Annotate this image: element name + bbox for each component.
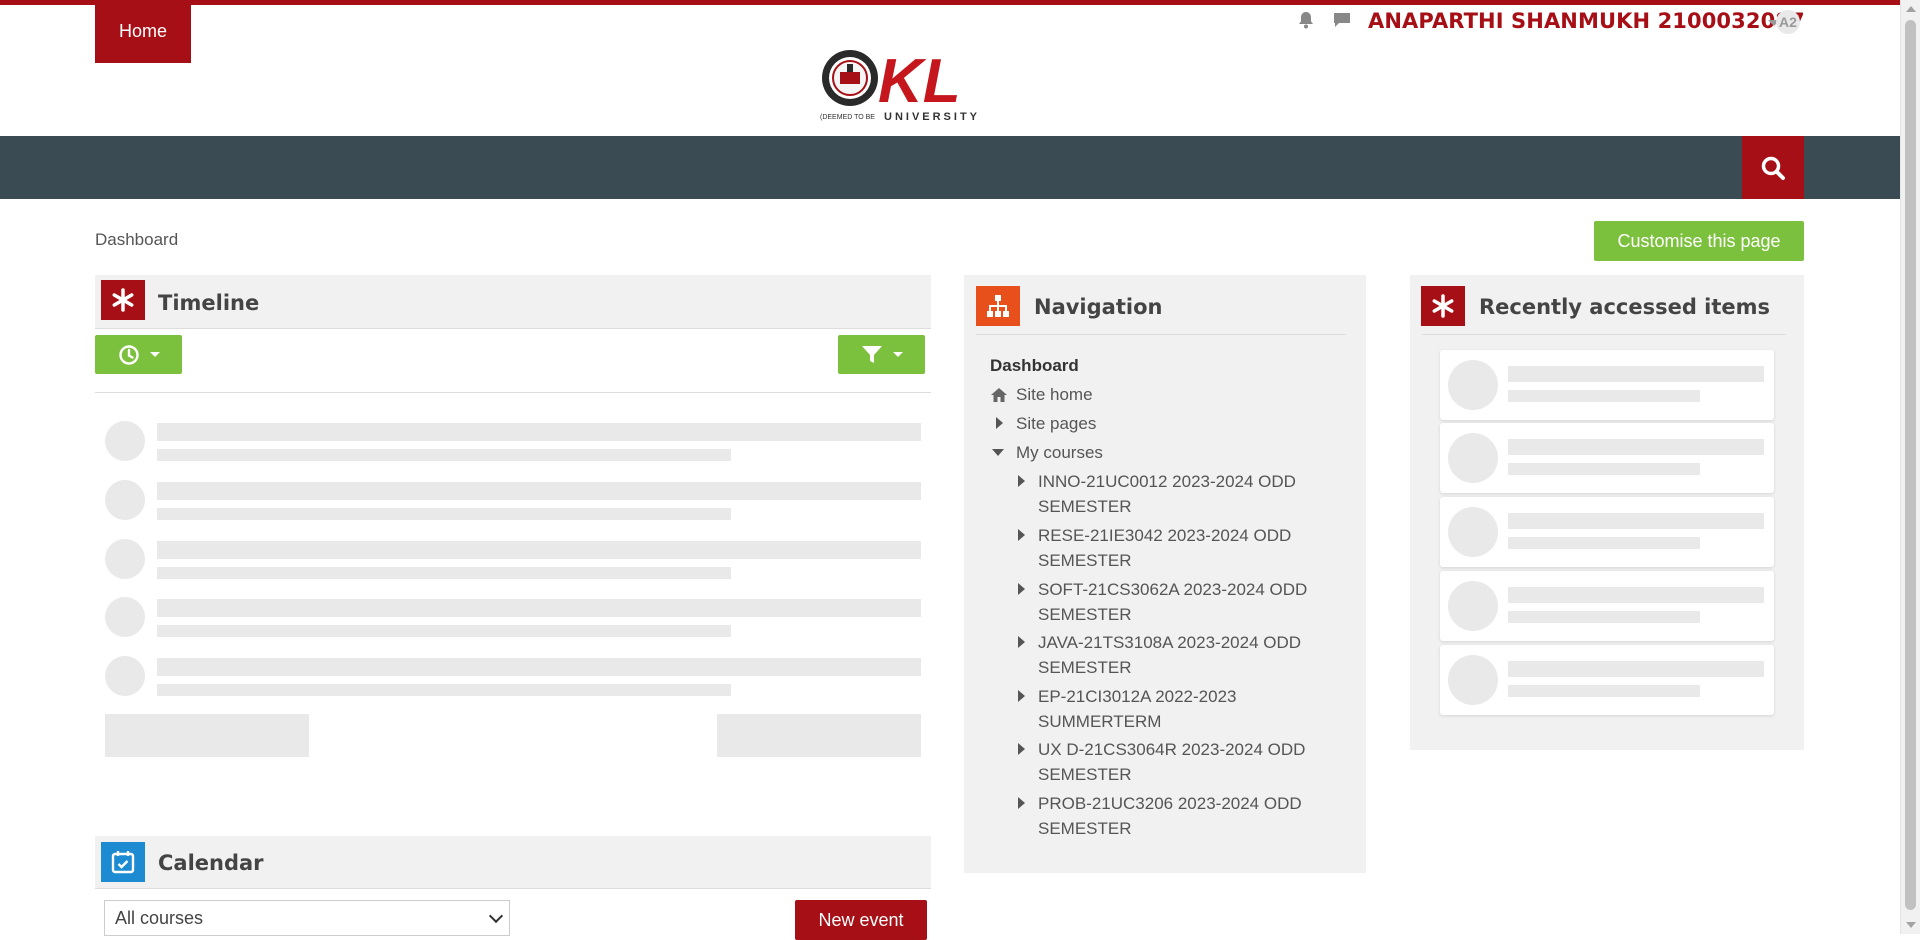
messages-chat-icon[interactable] <box>1332 10 1352 35</box>
recent-item-skeleton <box>1440 645 1774 715</box>
calendar-course-select[interactable]: All courses <box>104 900 510 936</box>
course-name: EP-21CI3012A 2022-2023 <box>1038 687 1237 706</box>
search-button[interactable] <box>1742 136 1804 199</box>
breadcrumb[interactable]: Dashboard <box>95 230 178 250</box>
gear-emblem-icon <box>822 50 878 106</box>
expand-arrow-icon[interactable] <box>1018 529 1025 541</box>
divider <box>1422 334 1786 335</box>
nav-home-label: Home <box>119 21 168 41</box>
course-term: SEMESTER <box>1038 497 1132 516</box>
chevron-down-icon <box>149 352 160 357</box>
nav-my-courses[interactable]: My courses <box>318 0 458 63</box>
course-name: UX D-21CS3064R 2023-2024 ODD <box>1038 740 1306 759</box>
home-icon <box>991 388 1007 402</box>
logo-university-text: UNIVERSITY <box>884 111 980 123</box>
calendar-icon <box>101 842 145 882</box>
nav-help[interactable]: Help <box>449 0 550 63</box>
collapse-arrow-icon[interactable] <box>992 449 1004 456</box>
scroll-down-icon[interactable] <box>1906 922 1916 928</box>
course-name: JAVA-21TS3108A 2023-2024 ODD <box>1038 633 1302 652</box>
user-menu-name[interactable]: ANAPARTHI SHANMUKH 2100032087 <box>1368 9 1805 33</box>
navigation-title: Navigation <box>1034 295 1163 319</box>
timeline-sort-dropdown[interactable] <box>95 335 182 374</box>
asterisk-icon <box>101 280 145 320</box>
nav-my-courses-label: My courses <box>342 21 435 41</box>
chevron-down-icon <box>516 29 527 34</box>
recent-items-title: Recently accessed items <box>1479 295 1771 319</box>
logo-deemed-text: (DEEMED TO BE <box>820 114 875 121</box>
divider <box>976 334 1346 335</box>
expand-arrow-icon[interactable] <box>1018 583 1025 595</box>
course-term: SEMESTER <box>1038 605 1132 624</box>
nav-help-label: Help <box>473 21 511 41</box>
clock-icon <box>118 344 139 365</box>
site-logo[interactable]: KL (DEEMED TO BE UNIVERSITY <box>818 44 1004 124</box>
nav-tree-site-home-label: Site home <box>1016 385 1093 404</box>
asterisk-icon <box>1421 286 1465 326</box>
header-icons <box>1296 10 1352 35</box>
timeline-skeleton-row <box>105 480 921 524</box>
nav-tree-my-courses-label: My courses <box>1016 443 1103 462</box>
divider <box>95 392 931 393</box>
avatar[interactable]: A2 <box>1776 10 1800 34</box>
expand-arrow-icon[interactable] <box>1018 797 1025 809</box>
calendar-title: Calendar <box>158 851 264 875</box>
timeline-title: Timeline <box>158 291 260 315</box>
course-term: SEMESTER <box>1038 819 1132 838</box>
expand-arrow-icon[interactable] <box>1018 475 1025 487</box>
notifications-bell-icon[interactable] <box>1296 10 1316 35</box>
course-name: SOFT-21CS3062A 2023-2024 ODD <box>1038 580 1308 599</box>
nav-tree-site-pages-label: Site pages <box>1016 414 1097 433</box>
expand-arrow-icon[interactable] <box>996 417 1003 429</box>
expand-arrow-icon[interactable] <box>1018 690 1025 702</box>
nav-home[interactable]: Home <box>95 0 191 63</box>
timeline-skeleton-button <box>105 714 309 757</box>
customise-page-button[interactable]: Customise this page <box>1594 221 1804 261</box>
chevron-down-icon <box>488 908 504 924</box>
scroll-up-icon[interactable] <box>1906 6 1916 12</box>
main-navbar <box>0 136 1900 199</box>
calendar-course-select-value: All courses <box>115 907 204 928</box>
recent-item-skeleton <box>1440 350 1774 420</box>
course-term: SUMMERTERM <box>1038 712 1162 731</box>
course-term: SEMESTER <box>1038 765 1132 784</box>
expand-arrow-icon[interactable] <box>1018 636 1025 648</box>
timeline-skeleton-row <box>105 421 921 465</box>
timeline-skeleton-row <box>105 539 921 583</box>
nav-tree-dashboard[interactable]: Dashboard <box>990 353 1079 378</box>
timeline-skeleton-button <box>717 714 921 757</box>
timeline-filter-dropdown[interactable] <box>838 335 925 374</box>
course-term: SEMESTER <box>1038 658 1132 677</box>
nav-dashboard-label: Dashboard <box>215 21 304 41</box>
course-name: PROB-21UC3206 2023-2024 ODD <box>1038 794 1302 813</box>
expand-arrow-icon[interactable] <box>1018 743 1025 755</box>
course-name: INNO-21UC0012 2023-2024 ODD <box>1038 472 1296 491</box>
course-term: SEMESTER <box>1038 551 1132 570</box>
timeline-skeleton-row <box>105 597 921 641</box>
search-icon <box>1761 156 1785 180</box>
chevron-down-icon <box>892 352 903 357</box>
recent-item-skeleton <box>1440 423 1774 493</box>
recent-item-skeleton <box>1440 571 1774 641</box>
new-event-button[interactable]: New event <box>795 900 927 940</box>
sitemap-icon <box>976 286 1020 326</box>
scrollbar-thumb[interactable] <box>1905 20 1916 910</box>
timeline-skeleton-row <box>105 656 921 700</box>
recent-item-skeleton <box>1440 497 1774 567</box>
course-name: RESE-21IE3042 2023-2024 ODD <box>1038 526 1292 545</box>
logo-lettering: KL <box>878 47 961 116</box>
page-scrollbar[interactable] <box>1900 0 1920 934</box>
nav-dashboard[interactable]: Dashboard <box>191 0 327 63</box>
filter-icon <box>861 345 882 363</box>
